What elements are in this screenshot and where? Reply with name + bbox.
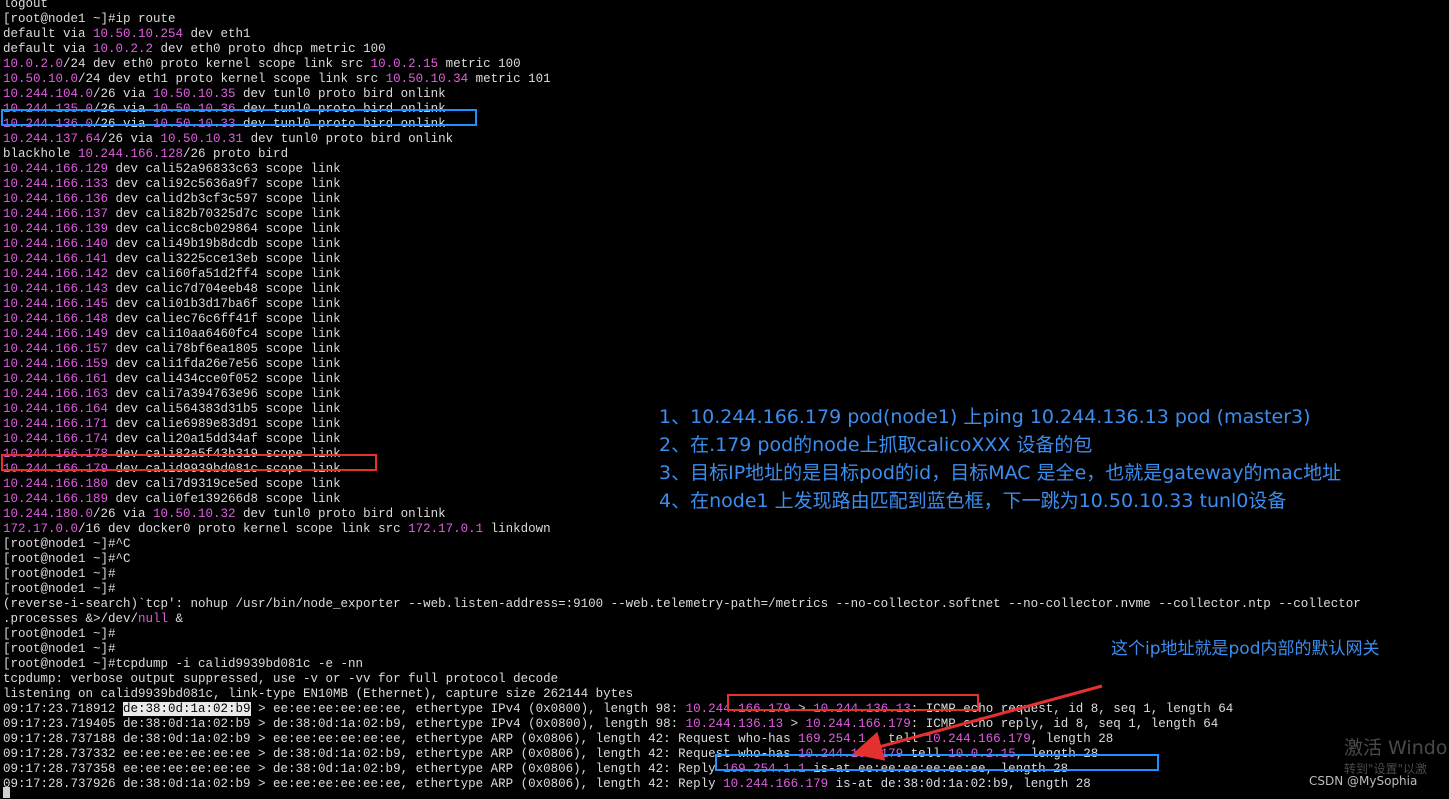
- annotation-note-1: 1、10.244.166.179 pod(node1) 上ping 10.244…: [659, 406, 1311, 428]
- csdn-watermark: CSDN @MySophia: [1309, 774, 1418, 788]
- annotation-note-4: 4、在node1 上发现路由匹配到蓝色框，下一跳为10.50.10.33 tun…: [659, 490, 1287, 512]
- red-arrow: [852, 684, 1103, 761]
- annotation-notes: 1、10.244.166.179 pod(node1) 上ping 10.244…: [659, 403, 1449, 515]
- terminal-cursor: [3, 787, 10, 798]
- gateway-annotation: 这个ip地址就是pod内部的默认网关: [1111, 639, 1380, 659]
- annotation-note-2: 2、在.179 pod的node上抓取calicoXXX 设备的包: [659, 434, 1093, 456]
- windows-activation-watermark: 激活 Windo: [1344, 737, 1448, 759]
- annotation-note-3: 3、目标IP地址的是目标pod的id，目标MAC 是全e，也就是gateway的…: [659, 462, 1342, 484]
